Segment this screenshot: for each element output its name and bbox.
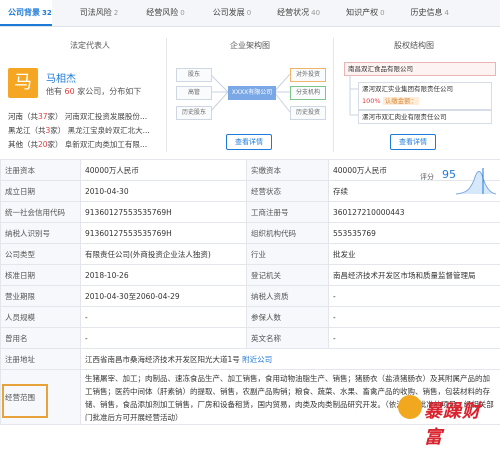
- org-node-shareholder: 股东: [176, 68, 212, 82]
- list-item[interactable]: 黑龙江（共3家） 黑龙江宝泉岭双汇北大...: [8, 124, 168, 138]
- legal-rep-company-list: 河南（共37家） 河南双汇投资发展股份... 黑龙江（共3家） 黑龙江宝泉岭双汇…: [8, 110, 168, 152]
- label: 营业期限: [1, 286, 81, 307]
- tab-intellectual-property[interactable]: 知识产权0: [338, 0, 384, 26]
- label: 行业: [247, 244, 329, 265]
- insured-count: -: [329, 307, 500, 328]
- org-node-history-investment: 历史投资: [290, 106, 326, 120]
- registered-capital: 40000万人民币: [81, 160, 247, 181]
- equity-shareholder-2[interactable]: 漯河市双汇肉业有限责任公司: [358, 110, 492, 124]
- registration-authority: 南昌经济技术开发区市场和质量监督管理局: [329, 265, 500, 286]
- legal-rep-title: 法定代表人: [60, 40, 120, 51]
- list-item[interactable]: 河南（共37家） 河南双汇投资发展股份...: [8, 110, 168, 124]
- org-node-investment: 对外投资: [290, 68, 326, 82]
- taxpayer-qualification: -: [329, 286, 500, 307]
- org-node-executive: 高管: [176, 86, 212, 100]
- watermark-logo-icon: [398, 395, 422, 419]
- org-node-history-shareholder: 历史股东: [176, 106, 212, 120]
- label: 成立日期: [1, 181, 81, 202]
- tab-history[interactable]: 历史信息4: [403, 0, 449, 26]
- legal-rep-name[interactable]: 马相杰: [46, 70, 76, 85]
- legal-rep-summary: 他有 60 家公司，分布如下: [46, 86, 141, 97]
- equity-view-button[interactable]: 查看详情: [390, 134, 436, 150]
- org-chart-view-button[interactable]: 查看详情: [226, 134, 272, 150]
- equity-root-company[interactable]: 南昌双汇食品有限公司: [344, 62, 496, 76]
- registration-number: 360127210000443: [329, 202, 500, 223]
- credit-code: 913601275535357​69H: [81, 202, 247, 223]
- table-row: 纳税人识别号 913601275535357​69H 组织机构代码 553535…: [1, 223, 500, 244]
- table-row: 公司类型 有限责任公司(外商投资企业法人独资) 行业 批发业: [1, 244, 500, 265]
- staff-size: -: [81, 307, 247, 328]
- tab-judicial-risk[interactable]: 司法风险2: [72, 0, 118, 26]
- org-chart-title: 企业架构图: [220, 40, 280, 51]
- divider: [333, 38, 334, 152]
- tab-operating-risk[interactable]: 经营风险0: [138, 0, 184, 26]
- score-label: 评分: [420, 172, 434, 182]
- tab-company-development[interactable]: 公司发展0: [205, 0, 251, 26]
- label: 参保人数: [247, 307, 329, 328]
- table-row: 核准日期 2018-10-26 登记机关 南昌经济技术开发区市场和质量监督管理局: [1, 265, 500, 286]
- equity-lines: [346, 75, 358, 121]
- former-name: -: [81, 328, 247, 349]
- org-node-center: XXXX有限公司: [228, 86, 276, 100]
- label: 登记机关: [247, 265, 329, 286]
- score-widget: 评分 95: [418, 162, 496, 198]
- label: 组织机构代码: [247, 223, 329, 244]
- label: 实缴资本: [247, 160, 329, 181]
- business-term: 2010-04-30至2060-04-29: [81, 286, 247, 307]
- label: 经营状态: [247, 181, 329, 202]
- table-row: 营业期限 2010-04-30至2060-04-29 纳税人资质 -: [1, 286, 500, 307]
- founded-date: 2010-04-30: [81, 181, 247, 202]
- label: 公司类型: [1, 244, 81, 265]
- table-row: 注册地址 江西省南昌市桑海经济技术开发区阳光大道1号 附近公司: [1, 349, 500, 370]
- score-value: 95: [442, 168, 456, 181]
- tab-company-background[interactable]: 公司背景32: [0, 0, 52, 26]
- avatar: 马: [8, 68, 38, 98]
- equity-title: 股权结构图: [384, 40, 444, 51]
- table-row: 统一社会信用代码 913601275535357​69H 工商注册号 36012…: [1, 202, 500, 223]
- watermark-stamp: 暴躁财富: [398, 395, 494, 425]
- company-type: 有限责任公司(外商投资企业法人独资): [81, 244, 247, 265]
- english-name: -: [329, 328, 500, 349]
- equity-shareholder-1[interactable]: 漯河双汇实业集团有限责任公司 100% 认缴金额：: [358, 82, 492, 110]
- label: 人员规模: [1, 307, 81, 328]
- label: 注册资本: [1, 160, 81, 181]
- registered-address: 江西省南昌市桑海经济技术开发区阳光大道1号 附近公司: [81, 349, 500, 370]
- table-row: 曾用名 - 英文名称 -: [1, 328, 500, 349]
- overview-panels: 法定代表人 企业架构图 股权结构图 马 马相杰 他有 60 家公司，分布如下 河…: [0, 34, 500, 156]
- label: 纳税人资质: [247, 286, 329, 307]
- approval-date: 2018-10-26: [81, 265, 247, 286]
- nearby-companies-link[interactable]: 附近公司: [242, 355, 272, 364]
- org-node-branch: 分支机构: [290, 86, 326, 100]
- label: 核准日期: [1, 265, 81, 286]
- organization-code: 553535769: [329, 223, 500, 244]
- company-info-table: 注册资本 40000万人民币 实缴资本 40000万人民币 成立日期 2010-…: [0, 159, 500, 425]
- label: 工商注册号: [247, 202, 329, 223]
- label: 曾用名: [1, 328, 81, 349]
- table-row: 人员规模 - 参保人数 -: [1, 307, 500, 328]
- label: 注册地址: [1, 349, 81, 370]
- tab-operating-status[interactable]: 经营状况40: [269, 0, 320, 26]
- taxpayer-id: 913601275535357​69H: [81, 223, 247, 244]
- list-item[interactable]: 其他（共20家） 阜新双汇肉类加工有限...: [8, 138, 168, 152]
- tab-bar: 公司背景32 司法风险2 经营风险0 公司发展0 经营状况40 知识产权0 历史…: [0, 0, 500, 27]
- highlight-box: [2, 384, 48, 418]
- label: 纳税人识别号: [1, 223, 81, 244]
- label: 统一社会信用代码: [1, 202, 81, 223]
- industry: 批发业: [329, 244, 500, 265]
- score-curve: [456, 164, 496, 196]
- label: 英文名称: [247, 328, 329, 349]
